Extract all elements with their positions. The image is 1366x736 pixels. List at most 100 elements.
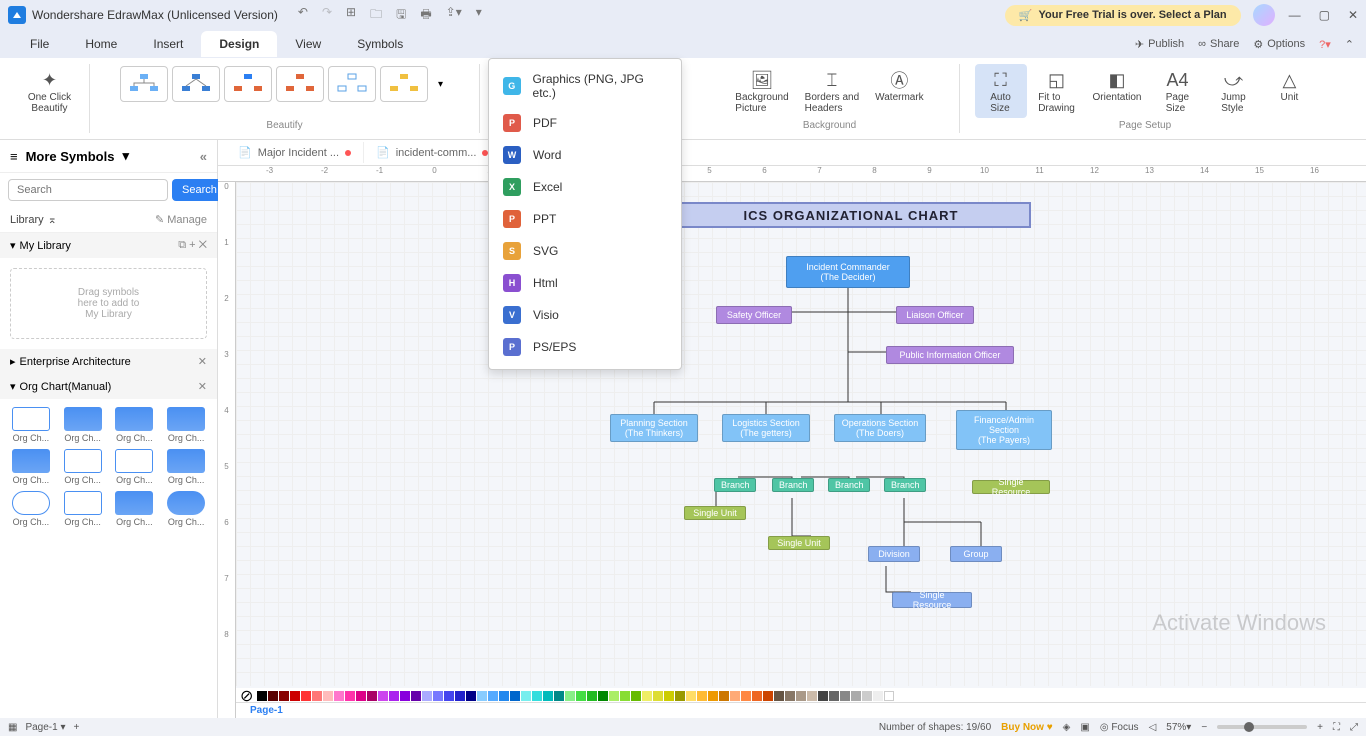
close-section-icon[interactable]: ✕	[198, 355, 207, 368]
color-swatch[interactable]	[565, 691, 575, 701]
color-swatch[interactable]	[818, 691, 828, 701]
node-branch-1[interactable]: Branch	[714, 478, 756, 492]
save-icon[interactable]: 🖫	[396, 5, 406, 26]
buy-now-button[interactable]: Buy Now ♥	[1001, 722, 1053, 733]
layout-template-6[interactable]	[380, 66, 428, 102]
color-swatch[interactable]	[664, 691, 674, 701]
fullscreen-icon[interactable]: ⤢	[1350, 722, 1358, 733]
color-swatch[interactable]	[884, 691, 894, 701]
node-commander[interactable]: Incident Commander(The Decider)	[786, 256, 910, 288]
color-swatch[interactable]	[675, 691, 685, 701]
grid-toggle-icon[interactable]: ▦	[8, 722, 17, 733]
color-swatch[interactable]	[697, 691, 707, 701]
export-visio[interactable]: VVisio	[489, 299, 681, 331]
borders-headers-button[interactable]: ⌶Borders and Headers	[799, 64, 865, 118]
color-swatch[interactable]	[609, 691, 619, 701]
undo-icon[interactable]: ↶	[298, 5, 308, 26]
export-pseps[interactable]: PPS/EPS	[489, 331, 681, 363]
manage-button[interactable]: ✎ Manage	[155, 213, 207, 226]
shape-item[interactable]: Org Ch...	[112, 407, 158, 443]
layout-template-1[interactable]	[120, 66, 168, 102]
export-html[interactable]: HHtml	[489, 267, 681, 299]
color-swatch[interactable]	[290, 691, 300, 701]
color-swatch[interactable]	[862, 691, 872, 701]
color-swatch[interactable]	[730, 691, 740, 701]
close-section-icon[interactable]: ✕	[199, 239, 207, 251]
tab-view[interactable]: View	[277, 31, 339, 57]
layout-template-5[interactable]	[328, 66, 376, 102]
node-branch-4[interactable]: Branch	[884, 478, 926, 492]
doc-tab-1[interactable]: 📄Major Incident ...	[226, 142, 364, 163]
color-swatch[interactable]	[477, 691, 487, 701]
zoom-out-icon[interactable]: −	[1201, 722, 1207, 733]
auto-size-button[interactable]: ⛶Auto Size	[975, 64, 1027, 118]
one-click-beautify-button[interactable]: ✦ One Click Beautify	[22, 64, 77, 118]
focus-button[interactable]: ◎ Focus	[1100, 722, 1139, 733]
shape-item[interactable]: Org Ch...	[60, 407, 106, 443]
color-swatch[interactable]	[279, 691, 289, 701]
node-division[interactable]: Division	[868, 546, 920, 562]
shape-item[interactable]: Org Ch...	[163, 491, 209, 527]
shape-item[interactable]: Org Ch...	[163, 407, 209, 443]
export-word[interactable]: WWord	[489, 139, 681, 171]
options-button[interactable]: ⚙ Options	[1253, 38, 1305, 51]
color-swatch[interactable]	[785, 691, 795, 701]
layout-more-icon[interactable]: ▾	[432, 66, 450, 102]
shape-item[interactable]: Org Ch...	[60, 491, 106, 527]
color-swatch[interactable]	[422, 691, 432, 701]
color-swatch[interactable]	[829, 691, 839, 701]
layers-icon[interactable]: ◈	[1063, 722, 1071, 733]
color-swatch[interactable]	[411, 691, 421, 701]
color-swatch[interactable]	[543, 691, 553, 701]
shape-item[interactable]: Org Ch...	[8, 407, 54, 443]
shape-item[interactable]: Org Ch...	[163, 449, 209, 485]
zoom-slider[interactable]	[1217, 725, 1307, 729]
export-graphics[interactable]: GGraphics (PNG, JPG etc.)	[489, 65, 681, 107]
color-swatch[interactable]	[378, 691, 388, 701]
prev-icon[interactable]: ◁	[1149, 722, 1157, 733]
export-pdf[interactable]: PPDF	[489, 107, 681, 139]
canvas[interactable]: ICS ORGANIZATIONAL CHART Incident Comman…	[236, 182, 1366, 686]
node-safety[interactable]: Safety Officer	[716, 306, 792, 324]
node-branch-2[interactable]: Branch	[772, 478, 814, 492]
collapse-ribbon-icon[interactable]: ⌃	[1345, 38, 1354, 51]
color-swatch[interactable]	[389, 691, 399, 701]
jump-style-button[interactable]: ⤻Jump Style	[1207, 64, 1259, 118]
export-excel[interactable]: XExcel	[489, 171, 681, 203]
export-icon[interactable]: ⇪▾	[446, 5, 462, 26]
node-single-unit-1[interactable]: Single Unit	[684, 506, 746, 520]
color-swatch[interactable]	[532, 691, 542, 701]
add-page-button[interactable]: +	[74, 722, 80, 733]
trial-banner[interactable]: 🛒 Your Free Trial is over. Select a Plan	[1005, 5, 1241, 26]
unit-button[interactable]: △Unit	[1263, 64, 1315, 118]
search-input[interactable]	[8, 179, 168, 201]
tab-insert[interactable]: Insert	[135, 31, 201, 57]
color-swatch[interactable]	[499, 691, 509, 701]
open-icon[interactable]: 🗀	[370, 5, 382, 26]
page-selector[interactable]: Page-1 ▾	[25, 722, 65, 733]
color-swatch[interactable]	[455, 691, 465, 701]
zoom-in-icon[interactable]: +	[1317, 722, 1323, 733]
user-avatar[interactable]	[1253, 4, 1275, 26]
watermark-button[interactable]: ⒶWatermark	[869, 64, 930, 118]
color-swatch[interactable]	[510, 691, 520, 701]
shape-item[interactable]: Org Ch...	[8, 449, 54, 485]
more-icon[interactable]: ▾	[476, 5, 482, 26]
node-planning[interactable]: Planning Section(The Thinkers)	[610, 414, 698, 442]
node-finance[interactable]: Finance/Admin Section(The Payers)	[956, 410, 1052, 450]
tab-symbols[interactable]: Symbols	[339, 31, 421, 57]
color-swatch[interactable]	[257, 691, 267, 701]
node-operations[interactable]: Operations Section(The Doers)	[834, 414, 926, 442]
color-swatch[interactable]	[576, 691, 586, 701]
color-swatch[interactable]	[400, 691, 410, 701]
page-tab[interactable]: Page-1	[242, 705, 291, 716]
color-swatch[interactable]	[708, 691, 718, 701]
color-swatch[interactable]	[268, 691, 278, 701]
drop-zone[interactable]: Drag symbols here to add to My Library	[10, 268, 207, 339]
color-swatch[interactable]	[719, 691, 729, 701]
my-library-section[interactable]: ▾ My Library ⧉ + ✕	[0, 233, 217, 258]
close-icon[interactable]: ✕	[1348, 8, 1358, 22]
color-swatch[interactable]	[686, 691, 696, 701]
node-group[interactable]: Group	[950, 546, 1002, 562]
org-chart-section[interactable]: ▾ Org Chart(Manual)✕	[0, 374, 217, 399]
